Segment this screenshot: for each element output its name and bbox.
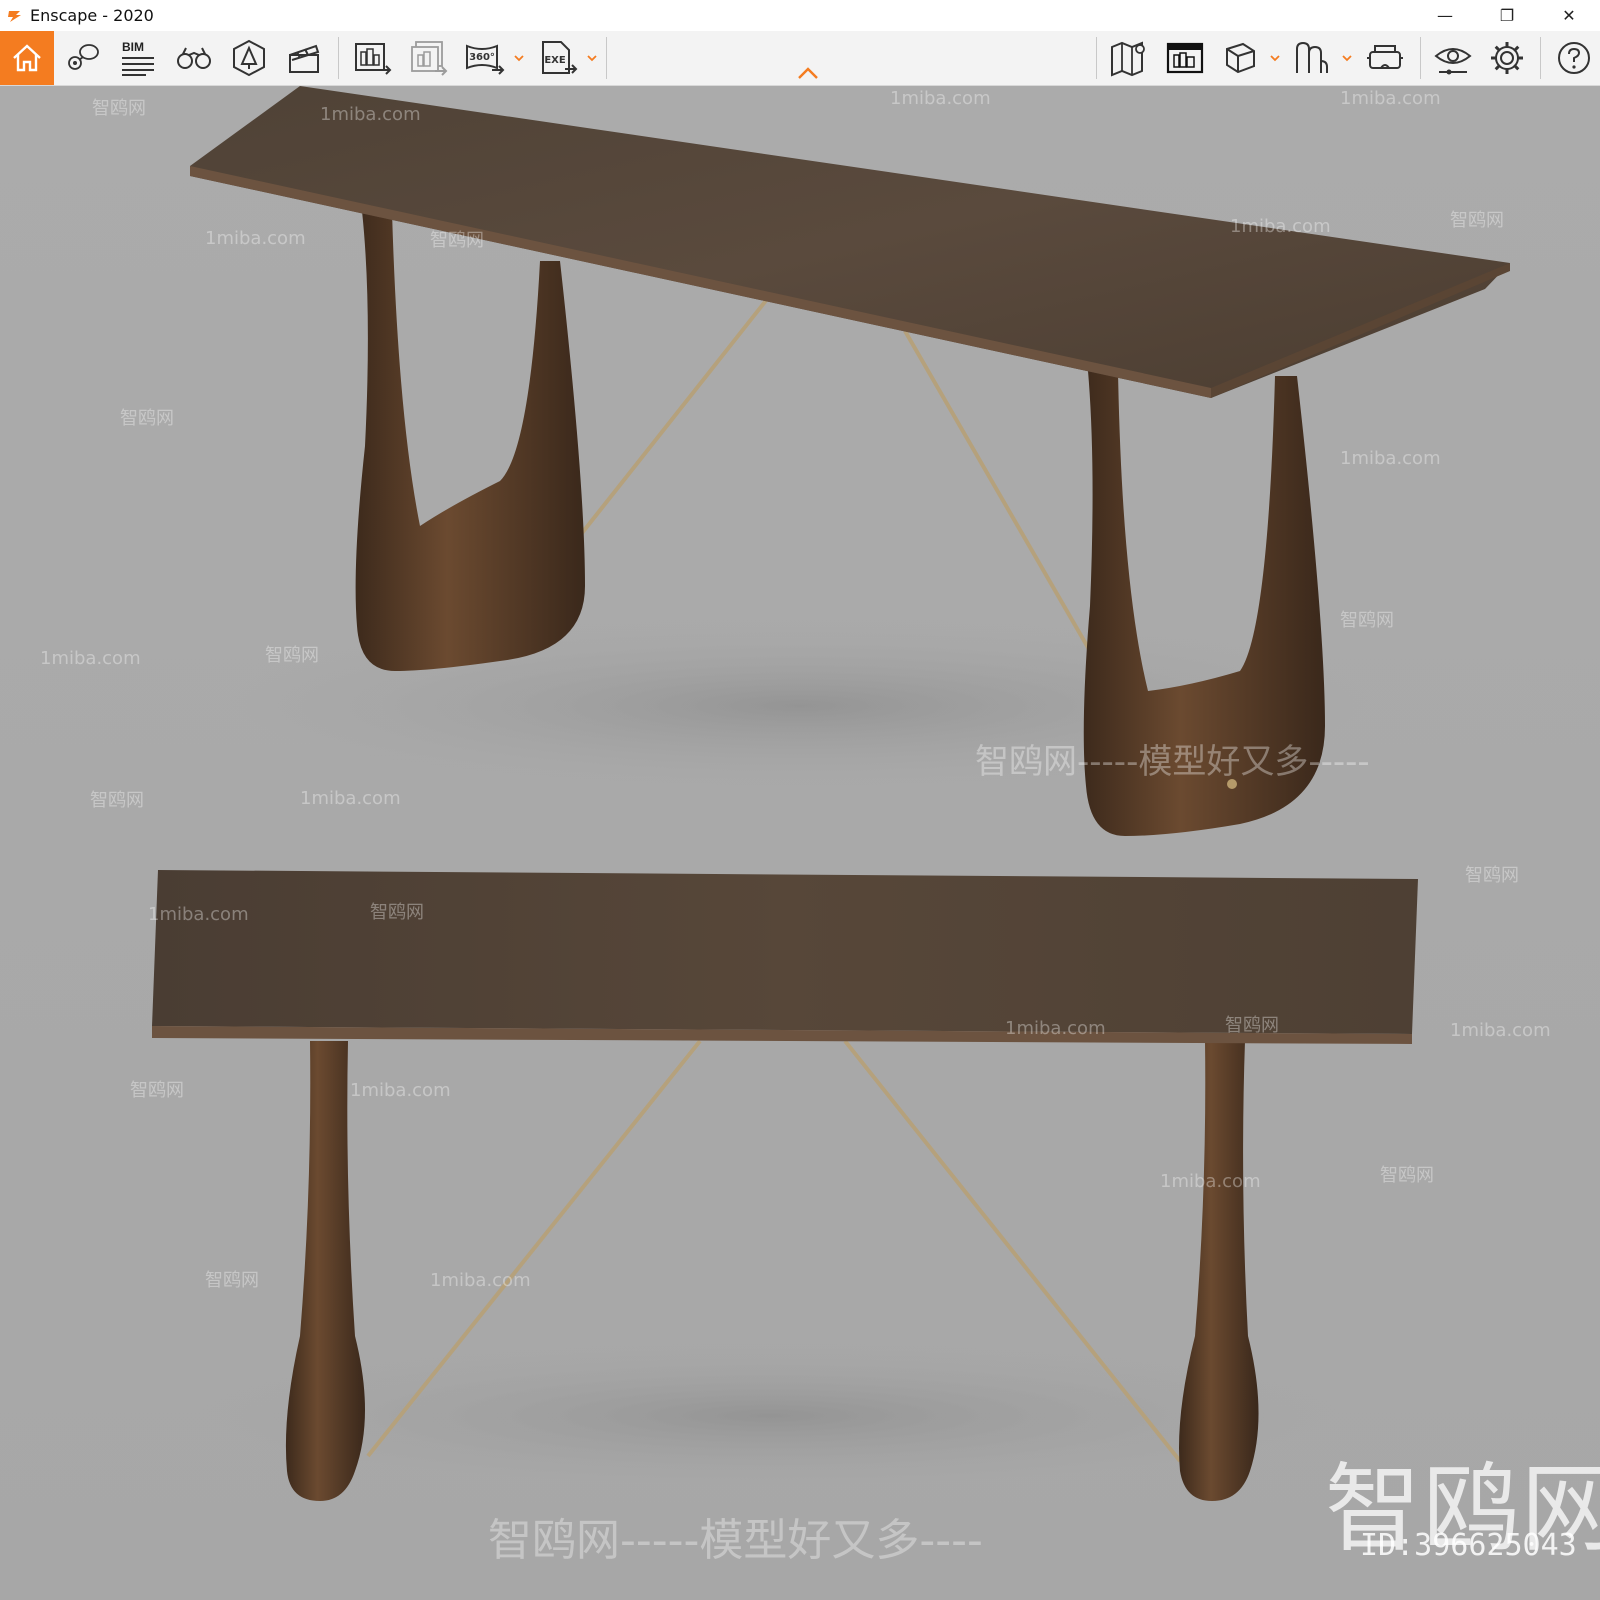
watermark-text: 智鸥网 [1340, 610, 1394, 631]
table-render [150, 86, 1510, 1501]
watermark-text: 智鸥网 [90, 790, 144, 811]
render-viewport[interactable]: 智鸥网 1miba.com 1miba.com 1miba.com 1miba.… [0, 86, 1600, 1600]
watermark-text: 1miba.com [205, 228, 306, 249]
binoculars-icon [177, 47, 211, 69]
watermark-text: 1miba.com [1005, 1018, 1106, 1039]
watermark-text: 1miba.com [148, 904, 249, 925]
panorama-button[interactable]: 360° [462, 31, 508, 85]
help-icon [1558, 42, 1590, 74]
asset-library-icon [233, 39, 265, 77]
home-icon [13, 44, 41, 72]
settings-button[interactable] [1484, 31, 1530, 85]
watermark-text: 1miba.com [1450, 1020, 1551, 1041]
map-button[interactable] [1106, 31, 1152, 85]
watermark-text: 1miba.com [350, 1080, 451, 1101]
watermark-text: 1miba.com [430, 1270, 531, 1291]
chevron-up-icon [798, 67, 818, 79]
watermark-text: 1miba.com [1230, 216, 1331, 237]
visual-settings-icon [1434, 48, 1472, 75]
brass-rod [903, 329, 1092, 653]
batch-render-button[interactable] [406, 31, 452, 85]
toolbar-separator [338, 37, 339, 79]
bim-button[interactable]: BIM [116, 31, 160, 85]
home-button[interactable] [0, 31, 54, 85]
collapse-toolbar-button[interactable] [797, 66, 819, 80]
vr-headset-icon [1367, 45, 1403, 69]
close-button[interactable]: ✕ [1538, 0, 1600, 31]
watermark-slogan: 智鸥网-----模型好又多----- [975, 742, 1370, 782]
export-dropdown[interactable] [585, 31, 599, 85]
materials-button[interactable] [1290, 31, 1334, 85]
chevron-down-icon [514, 54, 524, 61]
label-exe: EXE [544, 55, 566, 66]
toolbar-separator [606, 37, 607, 79]
capture-button[interactable] [1218, 31, 1262, 85]
watermark-text: 智鸥网 [1465, 865, 1519, 886]
watermark-slogan: 智鸥网-----模型好又多---- [488, 1515, 983, 1566]
table-leg [355, 211, 585, 671]
materials-dropdown[interactable] [1340, 31, 1354, 85]
watermark-id: ID:396625043 [1360, 1528, 1577, 1563]
label-360: 360° [469, 52, 495, 63]
minimize-button[interactable]: — [1414, 0, 1476, 31]
toolbar-separator [1540, 37, 1541, 79]
title-bar: Enscape - 2020 — ❐ ✕ [0, 0, 1600, 31]
watermark-text: 智鸥网 [370, 902, 424, 923]
watermark-text: 1miba.com [1340, 88, 1441, 109]
bim-icon [122, 57, 154, 76]
table-leg [285, 1041, 365, 1501]
watermark-text: 智鸥网 [205, 1270, 259, 1291]
views-icon [68, 44, 99, 70]
visual-settings-button[interactable] [1430, 31, 1476, 85]
screenshot-button[interactable] [350, 31, 396, 85]
chevron-down-icon [1342, 54, 1352, 61]
panorama-dropdown[interactable] [512, 31, 526, 85]
table-leg [1179, 1041, 1259, 1501]
watermark-text: 智鸥网 [1450, 210, 1504, 231]
watermark-text: 智鸥网 [430, 230, 484, 251]
materials-icon [1296, 41, 1328, 73]
export-exe-button[interactable]: EXE [536, 31, 582, 85]
help-button[interactable] [1552, 31, 1596, 85]
render-preview-button[interactable] [1162, 31, 1208, 85]
batch-render-icon [411, 41, 448, 76]
watermark-text: 1miba.com [1160, 1171, 1261, 1192]
video-editor-button[interactable] [282, 31, 326, 85]
watermark-text: 智鸥网 [120, 408, 174, 429]
enscape-logo-icon [6, 7, 24, 25]
capture-dropdown[interactable] [1268, 31, 1282, 85]
asset-library-button[interactable] [226, 31, 272, 85]
vr-button[interactable] [1362, 31, 1408, 85]
views-button[interactable] [62, 31, 104, 85]
watermark-text: 智鸥网 [92, 98, 146, 119]
restore-button[interactable]: ❐ [1476, 0, 1538, 31]
watermark-text: 1miba.com [300, 788, 401, 809]
bim-label: BIM [122, 40, 144, 54]
render-preview-icon [1166, 42, 1204, 74]
export-exe-icon: EXE [542, 41, 578, 74]
window-title: Enscape - 2020 [30, 6, 154, 25]
watermark-text: 智鸥网 [265, 645, 319, 666]
toolbar-separator [1096, 37, 1097, 79]
watermark-text: 智鸥网 [130, 1080, 184, 1101]
watermark-text: 1miba.com [320, 104, 421, 125]
watermark-text: 1miba.com [1340, 448, 1441, 469]
cube-icon [1226, 42, 1255, 74]
toolbar-separator [1420, 37, 1421, 79]
watermark-text: 1miba.com [40, 648, 141, 669]
panorama-360-icon: 360° [466, 44, 505, 75]
settings-gear-icon [1491, 42, 1523, 74]
chevron-down-icon [587, 54, 597, 61]
table-top [152, 870, 1418, 1034]
watermark-text: 智鸥网 [1380, 1165, 1434, 1186]
map-icon [1111, 41, 1145, 77]
video-editor-icon [289, 44, 320, 73]
watermark-text: 1miba.com [890, 88, 991, 109]
screenshot-icon [355, 43, 392, 75]
window-controls: — ❐ ✕ [1414, 0, 1600, 31]
watermark-text: 智鸥网 [1225, 1015, 1279, 1036]
walk-mode-button[interactable] [172, 31, 216, 85]
chevron-down-icon [1270, 54, 1280, 61]
